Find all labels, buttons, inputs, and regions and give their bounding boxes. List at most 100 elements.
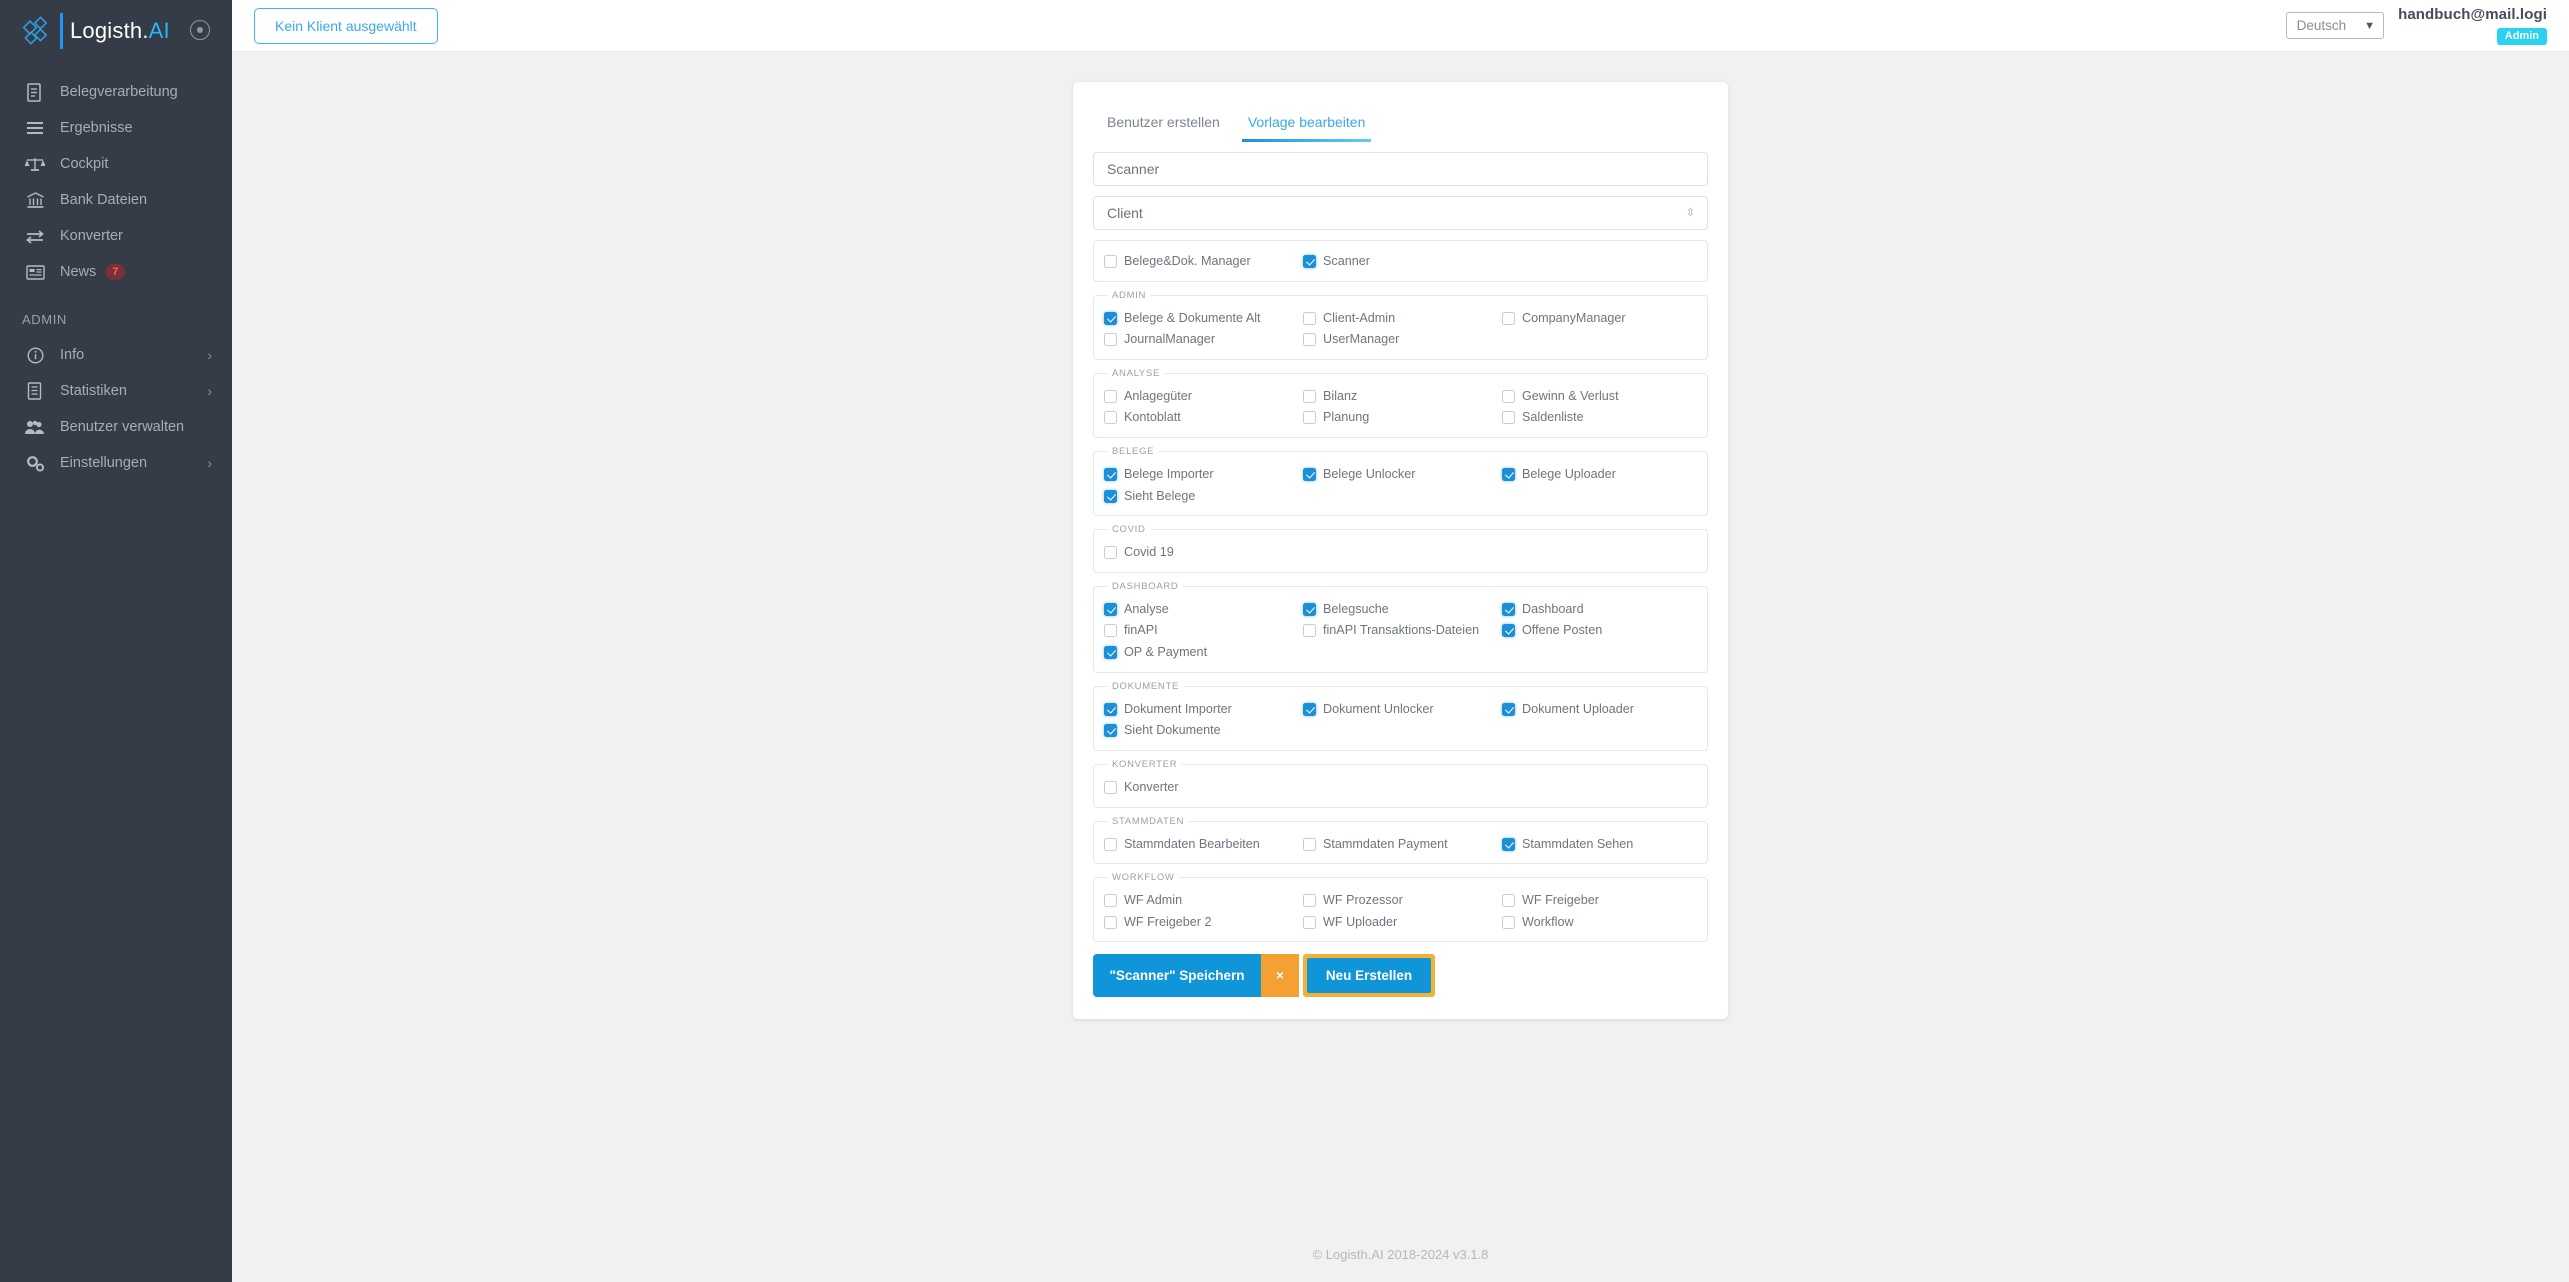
sidebar-item-einstellungen[interactable]: Einstellungen › — [0, 445, 232, 481]
permission-checkbox[interactable]: Sieht Belege — [1104, 486, 1299, 507]
sidebar-item-statistiken[interactable]: Statistiken › — [0, 373, 232, 409]
checkbox-unchecked-icon[interactable] — [1104, 333, 1117, 347]
permission-checkbox[interactable]: Covid 19 — [1104, 542, 1299, 563]
checkbox-checked-icon[interactable] — [1104, 489, 1117, 503]
permission-checkbox[interactable]: Belege Importer — [1104, 464, 1299, 485]
permission-checkbox[interactable]: Belege&Dok. Manager — [1104, 251, 1299, 272]
checkbox-unchecked-icon[interactable] — [1303, 411, 1316, 425]
checkbox-unchecked-icon[interactable] — [1303, 894, 1316, 908]
checkbox-unchecked-icon[interactable] — [1303, 915, 1316, 929]
sidebar-item-belegverarbeitung[interactable]: Belegverarbeitung — [0, 74, 232, 110]
language-select[interactable]: Deutsch ▼ — [2285, 12, 2385, 39]
permission-checkbox[interactable]: Scanner — [1303, 251, 1498, 272]
permission-checkbox[interactable]: Dokument Unlocker — [1303, 699, 1498, 720]
permission-checkbox[interactable]: Saldenliste — [1502, 407, 1697, 428]
checkbox-unchecked-icon[interactable] — [1502, 411, 1515, 425]
permission-checkbox[interactable]: Stammdaten Bearbeiten — [1104, 834, 1299, 855]
checkbox-checked-icon[interactable] — [1104, 724, 1117, 738]
permission-checkbox[interactable]: Dokument Importer — [1104, 699, 1299, 720]
permission-checkbox[interactable]: Stammdaten Payment — [1303, 834, 1498, 855]
checkbox-checked-icon[interactable] — [1303, 255, 1316, 268]
collapse-icon[interactable] — [190, 20, 210, 40]
checkbox-unchecked-icon[interactable] — [1104, 780, 1117, 794]
permission-checkbox[interactable]: Planung — [1303, 407, 1498, 428]
checkbox-checked-icon[interactable] — [1104, 468, 1117, 482]
permission-checkbox[interactable]: Belegsuche — [1303, 599, 1498, 620]
permission-checkbox[interactable]: Anlagegüter — [1104, 386, 1299, 407]
checkbox-unchecked-icon[interactable] — [1303, 333, 1316, 347]
checkbox-unchecked-icon[interactable] — [1502, 894, 1515, 908]
permission-checkbox[interactable]: finAPI Transaktions-Dateien — [1303, 620, 1498, 641]
permission-checkbox[interactable]: Gewinn & Verlust — [1502, 386, 1697, 407]
create-new-button[interactable]: Neu Erstellen — [1307, 958, 1431, 994]
client-dropdown[interactable]: Client ⇳ — [1093, 196, 1708, 230]
checkbox-unchecked-icon[interactable] — [1303, 389, 1316, 403]
sidebar-item-benutzer-verwalten[interactable]: Benutzer verwalten — [0, 409, 232, 445]
permission-checkbox[interactable]: WF Admin — [1104, 890, 1299, 911]
permission-checkbox[interactable]: WF Uploader — [1303, 912, 1498, 933]
checkbox-checked-icon[interactable] — [1104, 311, 1117, 325]
checkbox-checked-icon[interactable] — [1502, 468, 1515, 482]
permission-checkbox[interactable]: Bilanz — [1303, 386, 1498, 407]
checkbox-checked-icon[interactable] — [1303, 702, 1316, 716]
checkbox-unchecked-icon[interactable] — [1303, 624, 1316, 638]
permission-checkbox[interactable]: Analyse — [1104, 599, 1299, 620]
permission-label: Saldenliste — [1522, 410, 1584, 425]
checkbox-checked-icon[interactable] — [1303, 468, 1316, 482]
permission-checkbox[interactable]: WF Freigeber 2 — [1104, 912, 1299, 933]
checkbox-unchecked-icon[interactable] — [1104, 837, 1117, 851]
permission-checkbox[interactable]: JournalManager — [1104, 329, 1299, 350]
checkbox-unchecked-icon[interactable] — [1104, 624, 1117, 638]
permission-checkbox[interactable]: WF Freigeber — [1502, 890, 1697, 911]
permission-checkbox[interactable]: Stammdaten Sehen — [1502, 834, 1697, 855]
permission-checkbox[interactable]: Workflow — [1502, 912, 1697, 933]
checkbox-checked-icon[interactable] — [1104, 602, 1117, 616]
sidebar-item-bank-dateien[interactable]: Bank Dateien — [0, 182, 232, 218]
permission-checkbox[interactable]: Belege & Dokumente Alt — [1104, 308, 1299, 329]
permission-checkbox[interactable]: Client-Admin — [1303, 308, 1498, 329]
checkbox-checked-icon[interactable] — [1104, 646, 1117, 660]
checkbox-unchecked-icon[interactable] — [1303, 311, 1316, 325]
save-button[interactable]: "Scanner" Speichern — [1093, 954, 1261, 998]
checkbox-checked-icon[interactable] — [1502, 837, 1515, 851]
sidebar-item-ergebnisse[interactable]: Ergebnisse — [0, 110, 232, 146]
tab-benutzer-erstellen[interactable]: Benutzer erstellen — [1101, 110, 1226, 142]
checkbox-unchecked-icon[interactable] — [1104, 546, 1117, 560]
permission-checkbox[interactable]: CompanyManager — [1502, 308, 1697, 329]
permission-checkbox[interactable]: Belege Unlocker — [1303, 464, 1498, 485]
permission-checkbox[interactable]: WF Prozessor — [1303, 890, 1498, 911]
permission-checkbox[interactable]: Konverter — [1104, 777, 1299, 798]
checkbox-unchecked-icon[interactable] — [1104, 894, 1117, 908]
checkbox-checked-icon[interactable] — [1502, 624, 1515, 638]
permission-checkbox[interactable]: Dokument Uploader — [1502, 699, 1697, 720]
permission-checkbox[interactable]: Offene Posten — [1502, 620, 1697, 641]
checkbox-checked-icon[interactable] — [1303, 602, 1316, 616]
checkbox-unchecked-icon[interactable] — [1104, 915, 1117, 929]
permission-checkbox[interactable]: OP & Payment — [1104, 642, 1299, 663]
checkbox-unchecked-icon[interactable] — [1104, 255, 1117, 268]
checkbox-unchecked-icon[interactable] — [1502, 311, 1515, 325]
sidebar-item-cockpit[interactable]: Cockpit — [0, 146, 232, 182]
cancel-button[interactable]: × — [1261, 954, 1299, 998]
checkbox-checked-icon[interactable] — [1502, 602, 1515, 616]
permission-checkbox[interactable]: finAPI — [1104, 620, 1299, 641]
template-name-input[interactable]: Scanner — [1093, 152, 1708, 186]
permission-checkbox[interactable]: Sieht Dokumente — [1104, 720, 1299, 741]
checkbox-checked-icon[interactable] — [1502, 702, 1515, 716]
sidebar-item-info[interactable]: Info › — [0, 337, 232, 373]
client-select-button[interactable]: Kein Klient ausgewählt — [254, 7, 438, 44]
permission-checkbox[interactable]: UserManager — [1303, 329, 1498, 350]
checkbox-unchecked-icon[interactable] — [1502, 389, 1515, 403]
checkbox-checked-icon[interactable] — [1104, 702, 1117, 716]
sidebar-item-konverter[interactable]: Konverter — [0, 218, 232, 254]
permission-checkbox[interactable]: Belege Uploader — [1502, 464, 1697, 485]
checkbox-unchecked-icon[interactable] — [1502, 915, 1515, 929]
sidebar-logo[interactable]: Logisth.AI — [0, 0, 232, 62]
tab-vorlage-bearbeiten[interactable]: Vorlage bearbeiten — [1241, 110, 1372, 142]
checkbox-unchecked-icon[interactable] — [1104, 411, 1117, 425]
permission-checkbox[interactable]: Dashboard — [1502, 599, 1697, 620]
checkbox-unchecked-icon[interactable] — [1303, 837, 1316, 851]
checkbox-unchecked-icon[interactable] — [1104, 389, 1117, 403]
sidebar-item-news[interactable]: News 7 — [0, 254, 232, 290]
permission-checkbox[interactable]: Kontoblatt — [1104, 407, 1299, 428]
